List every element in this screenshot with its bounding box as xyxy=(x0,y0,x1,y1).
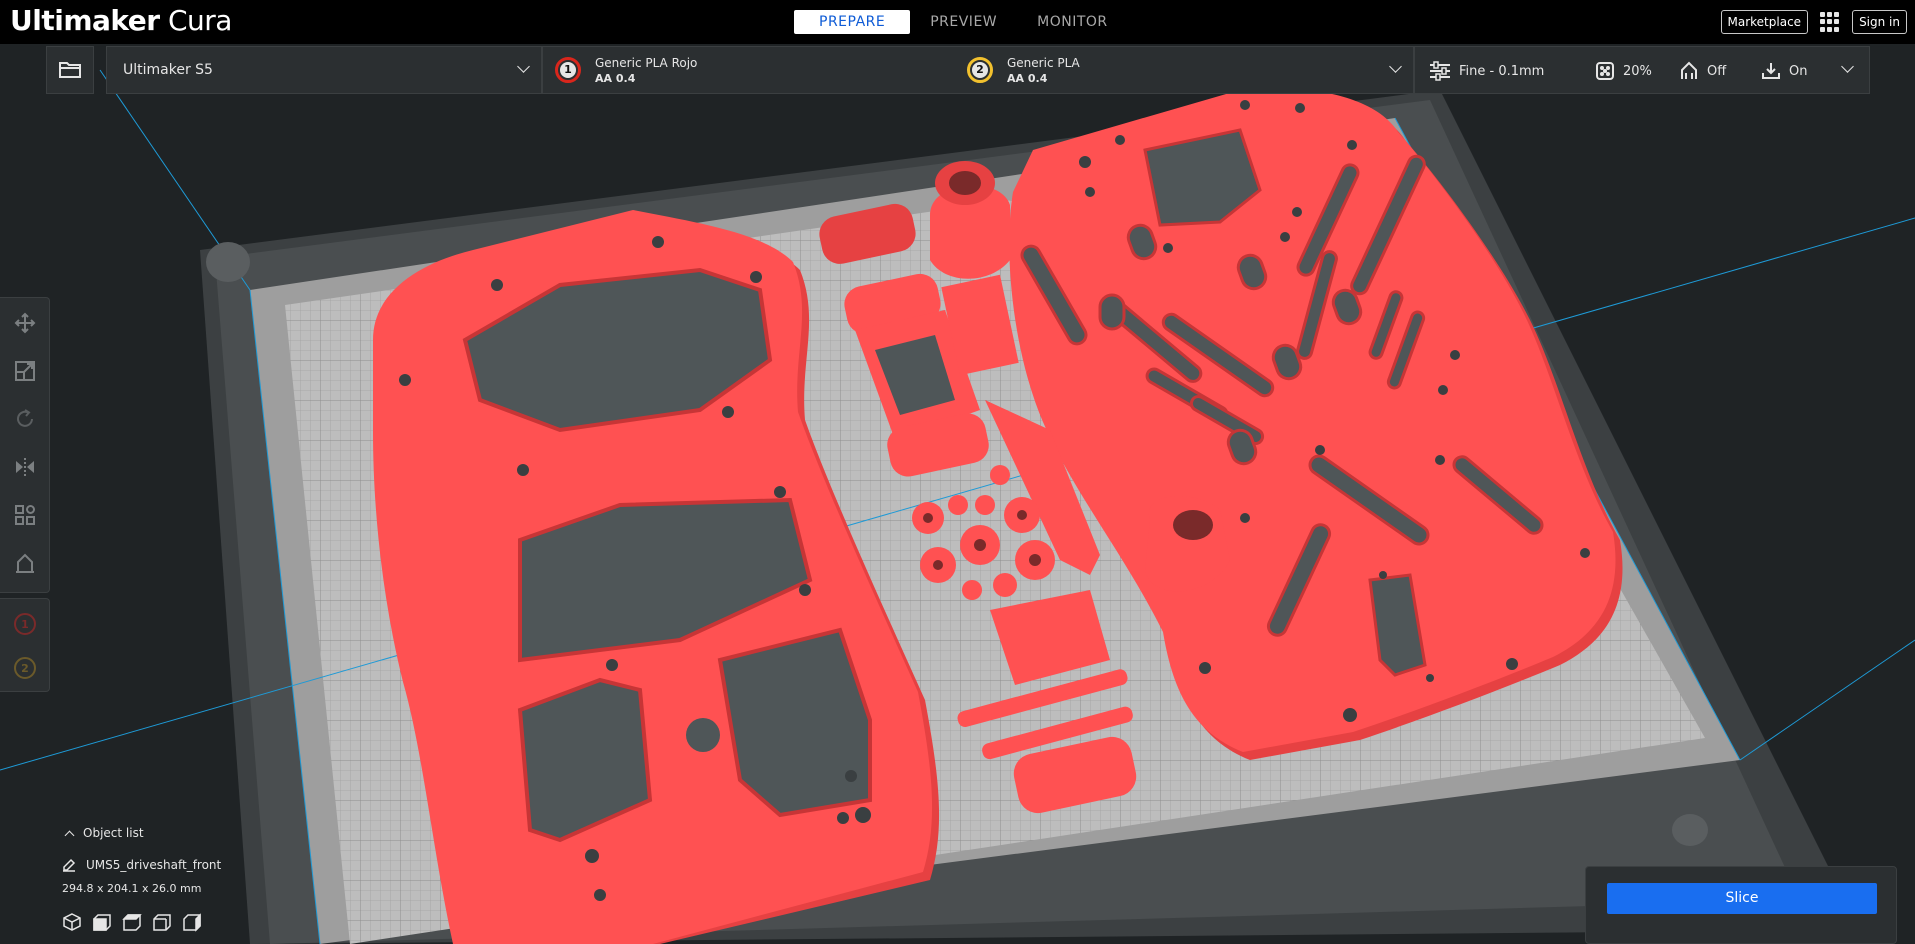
profile-setting: Fine - 0.1mm xyxy=(1429,47,1544,95)
move-icon[interactable] xyxy=(12,310,38,336)
left-view-icon[interactable] xyxy=(152,912,172,932)
pencil-icon xyxy=(63,858,76,872)
extruder-configuration[interactable]: 1 Generic PLA Rojo AA 0.4 2 Generic PLA … xyxy=(542,46,1414,94)
profile-label: Fine - 0.1mm xyxy=(1459,63,1545,79)
tab-prepare[interactable]: PREPARE xyxy=(794,10,911,34)
top-view-icon[interactable] xyxy=(122,912,142,932)
extruder-1-core: AA 0.4 xyxy=(595,72,636,85)
extruder-selector-panel: 1 2 xyxy=(0,598,50,692)
object-list-toggle[interactable]: Object list xyxy=(62,826,144,840)
right-view-icon[interactable] xyxy=(182,912,202,932)
object-list-label: Object list xyxy=(83,826,144,840)
action-panel: Slice xyxy=(1585,866,1897,944)
mirror-icon[interactable] xyxy=(12,454,38,480)
3d-view-icon[interactable] xyxy=(62,912,82,932)
adhesion-icon xyxy=(1762,63,1780,79)
rotate-icon[interactable] xyxy=(12,406,38,432)
support-icon xyxy=(1681,61,1697,79)
print-setup-header: Ultimaker S5 1 Generic PLA Rojo AA 0.4 2… xyxy=(46,46,1870,94)
top-bar: Ultimaker Cura PREPARE PREVIEW MONITOR M… xyxy=(0,0,1915,44)
chevron-down-icon xyxy=(517,60,530,73)
infill-label: 20% xyxy=(1623,63,1652,79)
chevron-down-icon xyxy=(1841,60,1854,73)
stage-tabs: PREPARE PREVIEW MONITOR xyxy=(794,10,1128,34)
scale-icon[interactable] xyxy=(12,358,38,384)
support-label: Off xyxy=(1707,63,1727,79)
object-dimensions-text: 294.8 x 204.1 x 26.0 mm xyxy=(62,882,202,895)
print-settings-selector[interactable]: Fine - 0.1mm 20% Off On xyxy=(1414,46,1870,94)
tool-panel xyxy=(0,297,50,593)
chevron-down-icon xyxy=(1389,60,1402,73)
tab-preview[interactable]: PREVIEW xyxy=(910,10,1017,34)
grid-icon[interactable] xyxy=(1820,12,1840,32)
infill-icon xyxy=(1596,62,1614,80)
extruder-2-button[interactable]: 2 xyxy=(14,657,36,679)
machine-name: Ultimaker S5 xyxy=(123,62,213,78)
per-model-settings-icon[interactable] xyxy=(12,502,38,528)
selected-object-name: UMS5_driveshaft_front xyxy=(86,858,222,872)
adhesion-label: On xyxy=(1789,63,1808,79)
view-orientation-buttons xyxy=(62,912,202,932)
selected-object[interactable]: UMS5_driveshaft_front xyxy=(62,858,221,872)
extruder-2-icon: 2 xyxy=(967,57,993,83)
front-view-icon[interactable] xyxy=(92,912,112,932)
marketplace-button[interactable]: Marketplace xyxy=(1720,10,1809,34)
slice-button[interactable]: Slice xyxy=(1607,883,1877,914)
extruder-1-icon: 1 xyxy=(555,57,581,83)
sliders-icon xyxy=(1430,61,1450,81)
extruder-2-core: AA 0.4 xyxy=(1007,72,1048,85)
chevron-up-icon xyxy=(64,830,75,840)
object-list-panel: Object list UMS5_driveshaft_front 294.8 … xyxy=(62,826,362,944)
object-dimensions: 294.8 x 204.1 x 26.0 mm xyxy=(62,882,201,895)
3d-viewport[interactable] xyxy=(0,0,1915,944)
support-setting: Off xyxy=(1679,47,1726,95)
extruder-1-button[interactable]: 1 xyxy=(14,613,36,635)
folder-icon xyxy=(59,62,81,78)
extruder-1-material: Generic PLA Rojo xyxy=(595,56,698,70)
sign-in-button[interactable]: Sign in xyxy=(1852,10,1907,34)
machine-selector[interactable]: Ultimaker S5 xyxy=(106,46,542,94)
infill-setting: 20% xyxy=(1595,47,1652,95)
support-blocker-icon[interactable] xyxy=(12,550,38,576)
tab-monitor[interactable]: MONITOR xyxy=(1017,10,1128,34)
extruder-2-material: Generic PLA xyxy=(1007,56,1080,70)
open-file-button[interactable] xyxy=(46,46,94,94)
app-logo: Ultimaker Cura xyxy=(10,4,232,37)
adhesion-setting: On xyxy=(1761,47,1807,95)
account-area: Marketplace Sign in xyxy=(1720,10,1907,34)
